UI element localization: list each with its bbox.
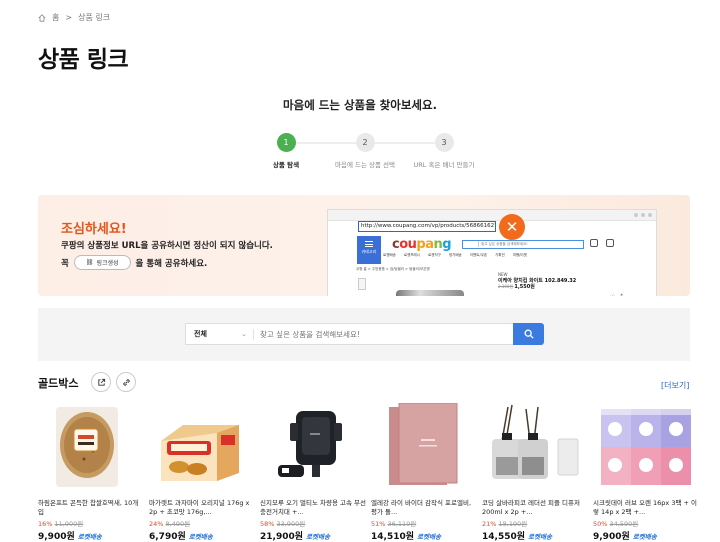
goldbox-title: 골드박스	[38, 377, 79, 390]
search-button[interactable]	[513, 323, 544, 345]
rocket-delivery-badge: 로켓배송	[417, 532, 441, 541]
step-2-circle: 2	[355, 133, 375, 152]
product-name[interactable]: 시크릿데이 러브 오렌 16px 3팩 + 이렇 14p x 2팩 +...	[593, 499, 699, 517]
browser-illustration: http://www.coupang.com/vp/products/56866…	[327, 209, 657, 296]
product-discount: 21% 18,190원	[482, 520, 528, 528]
product-image[interactable]	[593, 403, 699, 489]
product-name[interactable]: 신지모루 오기 멀티노 차량용 고속 무선충전거치대 +...	[260, 499, 366, 517]
search-input[interactable]	[260, 324, 505, 344]
product-name[interactable]: 마가렛트 과자마이 오리지널 176g x 2p + 초코맛 176g,...	[149, 499, 255, 517]
warning-suffix: 을 통해 공유하세요.	[135, 258, 208, 269]
coupang-logo: coupang	[392, 237, 452, 252]
page-title: 상품 링크	[38, 47, 129, 73]
product-card[interactable]: 하림온프트 꼰득한 찹쌀호떡새, 10개입 16% 11,900원 9,900원…	[38, 403, 144, 542]
search-category-select[interactable]: 전체 ⌄	[194, 324, 249, 344]
step-3: 3 URL 혹은 배너 만들기	[394, 133, 494, 169]
product-image[interactable]	[371, 402, 477, 489]
product-price-row: 6,790원 로켓배송	[149, 529, 255, 542]
product-discount: 24% 8,490원	[149, 520, 191, 528]
product-discount: 51% 36,110원	[371, 520, 417, 528]
warning-banner: 조심하세요! 쿠팡의 상품정보 URL을 공유하시면 정산이 되지 않습니다. …	[38, 195, 690, 296]
product-name[interactable]: 하림온프트 꼰득한 찹쌀호떡새, 10개입	[38, 499, 144, 517]
user-icon	[590, 239, 598, 247]
illustration-breadcrumb: 쿠팡 홈 > 주방용품 > 컵/텀블러 > 텀블러/보온병	[356, 267, 430, 271]
step-indicator: 1 상품 탐색 2 마음에 드는 상품 선택 3 URL 혹은 배너 만들기	[270, 133, 474, 173]
share-icon: ♡ ⤴	[610, 292, 623, 296]
illustration-product-info: NEW 이케아 양치컵 화이트 102.849.32 2,100원 1,550원	[498, 272, 577, 290]
illustration-product-image	[396, 290, 464, 296]
product-name[interactable]: 코딩 살바라피코 레더선 피플 디퓨저 200ml x 2p +...	[482, 499, 588, 517]
product-price: 14,550원	[482, 532, 526, 542]
breadcrumb-separator: >	[65, 13, 73, 22]
copy-link-button[interactable]	[116, 372, 136, 392]
rocket-delivery-badge: 로켓배송	[632, 532, 657, 541]
category-menu-illustration: 카테고리	[357, 236, 381, 264]
breadcrumb-current: 상품 링크	[78, 13, 111, 22]
link-create-pill: ⛓ 링크생성	[73, 255, 131, 270]
window-dots	[634, 213, 652, 217]
category-menu-label: 카테고리	[361, 249, 377, 254]
product-discount: 50% 34,590원	[593, 520, 639, 528]
rocket-delivery-badge: 로켓배송	[77, 532, 102, 541]
home-icon[interactable]	[38, 13, 46, 22]
illustration-thumbnail	[358, 278, 366, 290]
external-link-icon	[97, 378, 105, 386]
more-link[interactable]: [더보기]	[661, 380, 689, 391]
product-card[interactable]: 시크릿데이 러브 오렌 16px 3팩 + 이렇 14p x 2팩 +... 5…	[593, 403, 699, 542]
product-price: 9,900원	[38, 532, 75, 542]
illustration-search: 찾고 싶은 상품을 검색해보세요!	[462, 240, 584, 249]
product-card[interactable]: 마가렛트 과자마이 오리지널 176g x 2p + 초코맛 176g,... …	[149, 403, 255, 542]
search-section: 전체 ⌄	[38, 308, 690, 361]
chevron-down-icon: ⌄	[241, 330, 247, 338]
illustration-subnav: 로켓배송 로켓프레시 로켓직구 정기배송 이벤트/쿠폰 기획전 여행/티켓	[383, 253, 527, 257]
external-link-button[interactable]	[91, 372, 111, 392]
product-card[interactable]: 엘레강 라이 바이더 감작식 포로엘비, 평가 돌... 51% 36,110원…	[371, 402, 477, 542]
product-price-row: 14,510원 로켓배송	[371, 529, 477, 542]
product-card[interactable]: 코딩 살바라피코 레더선 피플 디퓨저 200ml x 2p +... 21% …	[482, 403, 588, 542]
product-image[interactable]	[38, 403, 144, 489]
product-price-row: 14,550원 로켓배송	[482, 529, 588, 542]
illustration-header-icons	[590, 239, 614, 247]
product-price-row: 9,900원 로켓배송	[593, 529, 699, 542]
breadcrumb-home[interactable]: 홈	[52, 12, 59, 23]
link-icon	[122, 378, 130, 386]
browser-url-bar: http://www.coupang.com/vp/products/56866…	[358, 221, 496, 232]
warning-title: 조심하세요!	[61, 222, 127, 237]
warning-instruction: 꼭 ⛓ 링크생성 을 통해 공유하세요.	[61, 255, 207, 270]
close-icon: ✕	[499, 214, 525, 240]
link-create-pill-label: 링크생성	[96, 260, 119, 267]
search-icon	[524, 329, 533, 339]
step-3-circle: 3	[434, 133, 454, 152]
hamburger-icon	[365, 241, 373, 247]
product-price: 9,900원	[593, 532, 630, 542]
product-price: 14,510원	[371, 532, 415, 542]
step-1-circle: 1	[276, 133, 296, 152]
warning-text: 쿠팡의 상품정보 URL을 공유하시면 정산이 되지 않습니다.	[61, 241, 273, 251]
product-discount: 16% 11,900원	[38, 520, 84, 528]
link-icon: ⛓	[85, 259, 94, 266]
product-card[interactable]: 신지모루 오기 멀티노 차량용 고속 무선충전거치대 +... 58% 33,9…	[260, 403, 366, 542]
rocket-delivery-badge: 로켓배송	[188, 532, 213, 541]
search-divider	[253, 329, 254, 340]
step-3-label: URL 혹은 배너 만들기	[413, 161, 475, 169]
product-image[interactable]	[482, 403, 588, 489]
browser-titlebar	[328, 210, 656, 221]
product-image[interactable]	[149, 403, 255, 489]
warning-prefix: 꼭	[61, 258, 69, 269]
cart-icon	[606, 239, 614, 247]
product-price: 21,900원	[260, 532, 304, 542]
product-image[interactable]	[260, 403, 366, 489]
step-heading: 마음에 드는 상품을 찾아보세요.	[283, 98, 437, 112]
product-price: 6,790원	[149, 532, 186, 542]
breadcrumb: 홈 > 상품 링크	[38, 12, 110, 23]
search-field: 전체 ⌄	[185, 323, 513, 345]
product-name[interactable]: 엘레강 라이 바이더 감작식 포로엘비, 평가 돌...	[371, 499, 477, 517]
product-price-row: 21,900원 로켓배송	[260, 529, 366, 542]
product-discount: 58% 33,900원	[260, 520, 306, 528]
search-category-value: 전체	[194, 330, 207, 338]
rocket-delivery-badge: 로켓배송	[306, 532, 330, 541]
product-price-row: 9,900원 로켓배송	[38, 529, 144, 542]
rocket-delivery-badge: 로켓배송	[528, 532, 552, 541]
